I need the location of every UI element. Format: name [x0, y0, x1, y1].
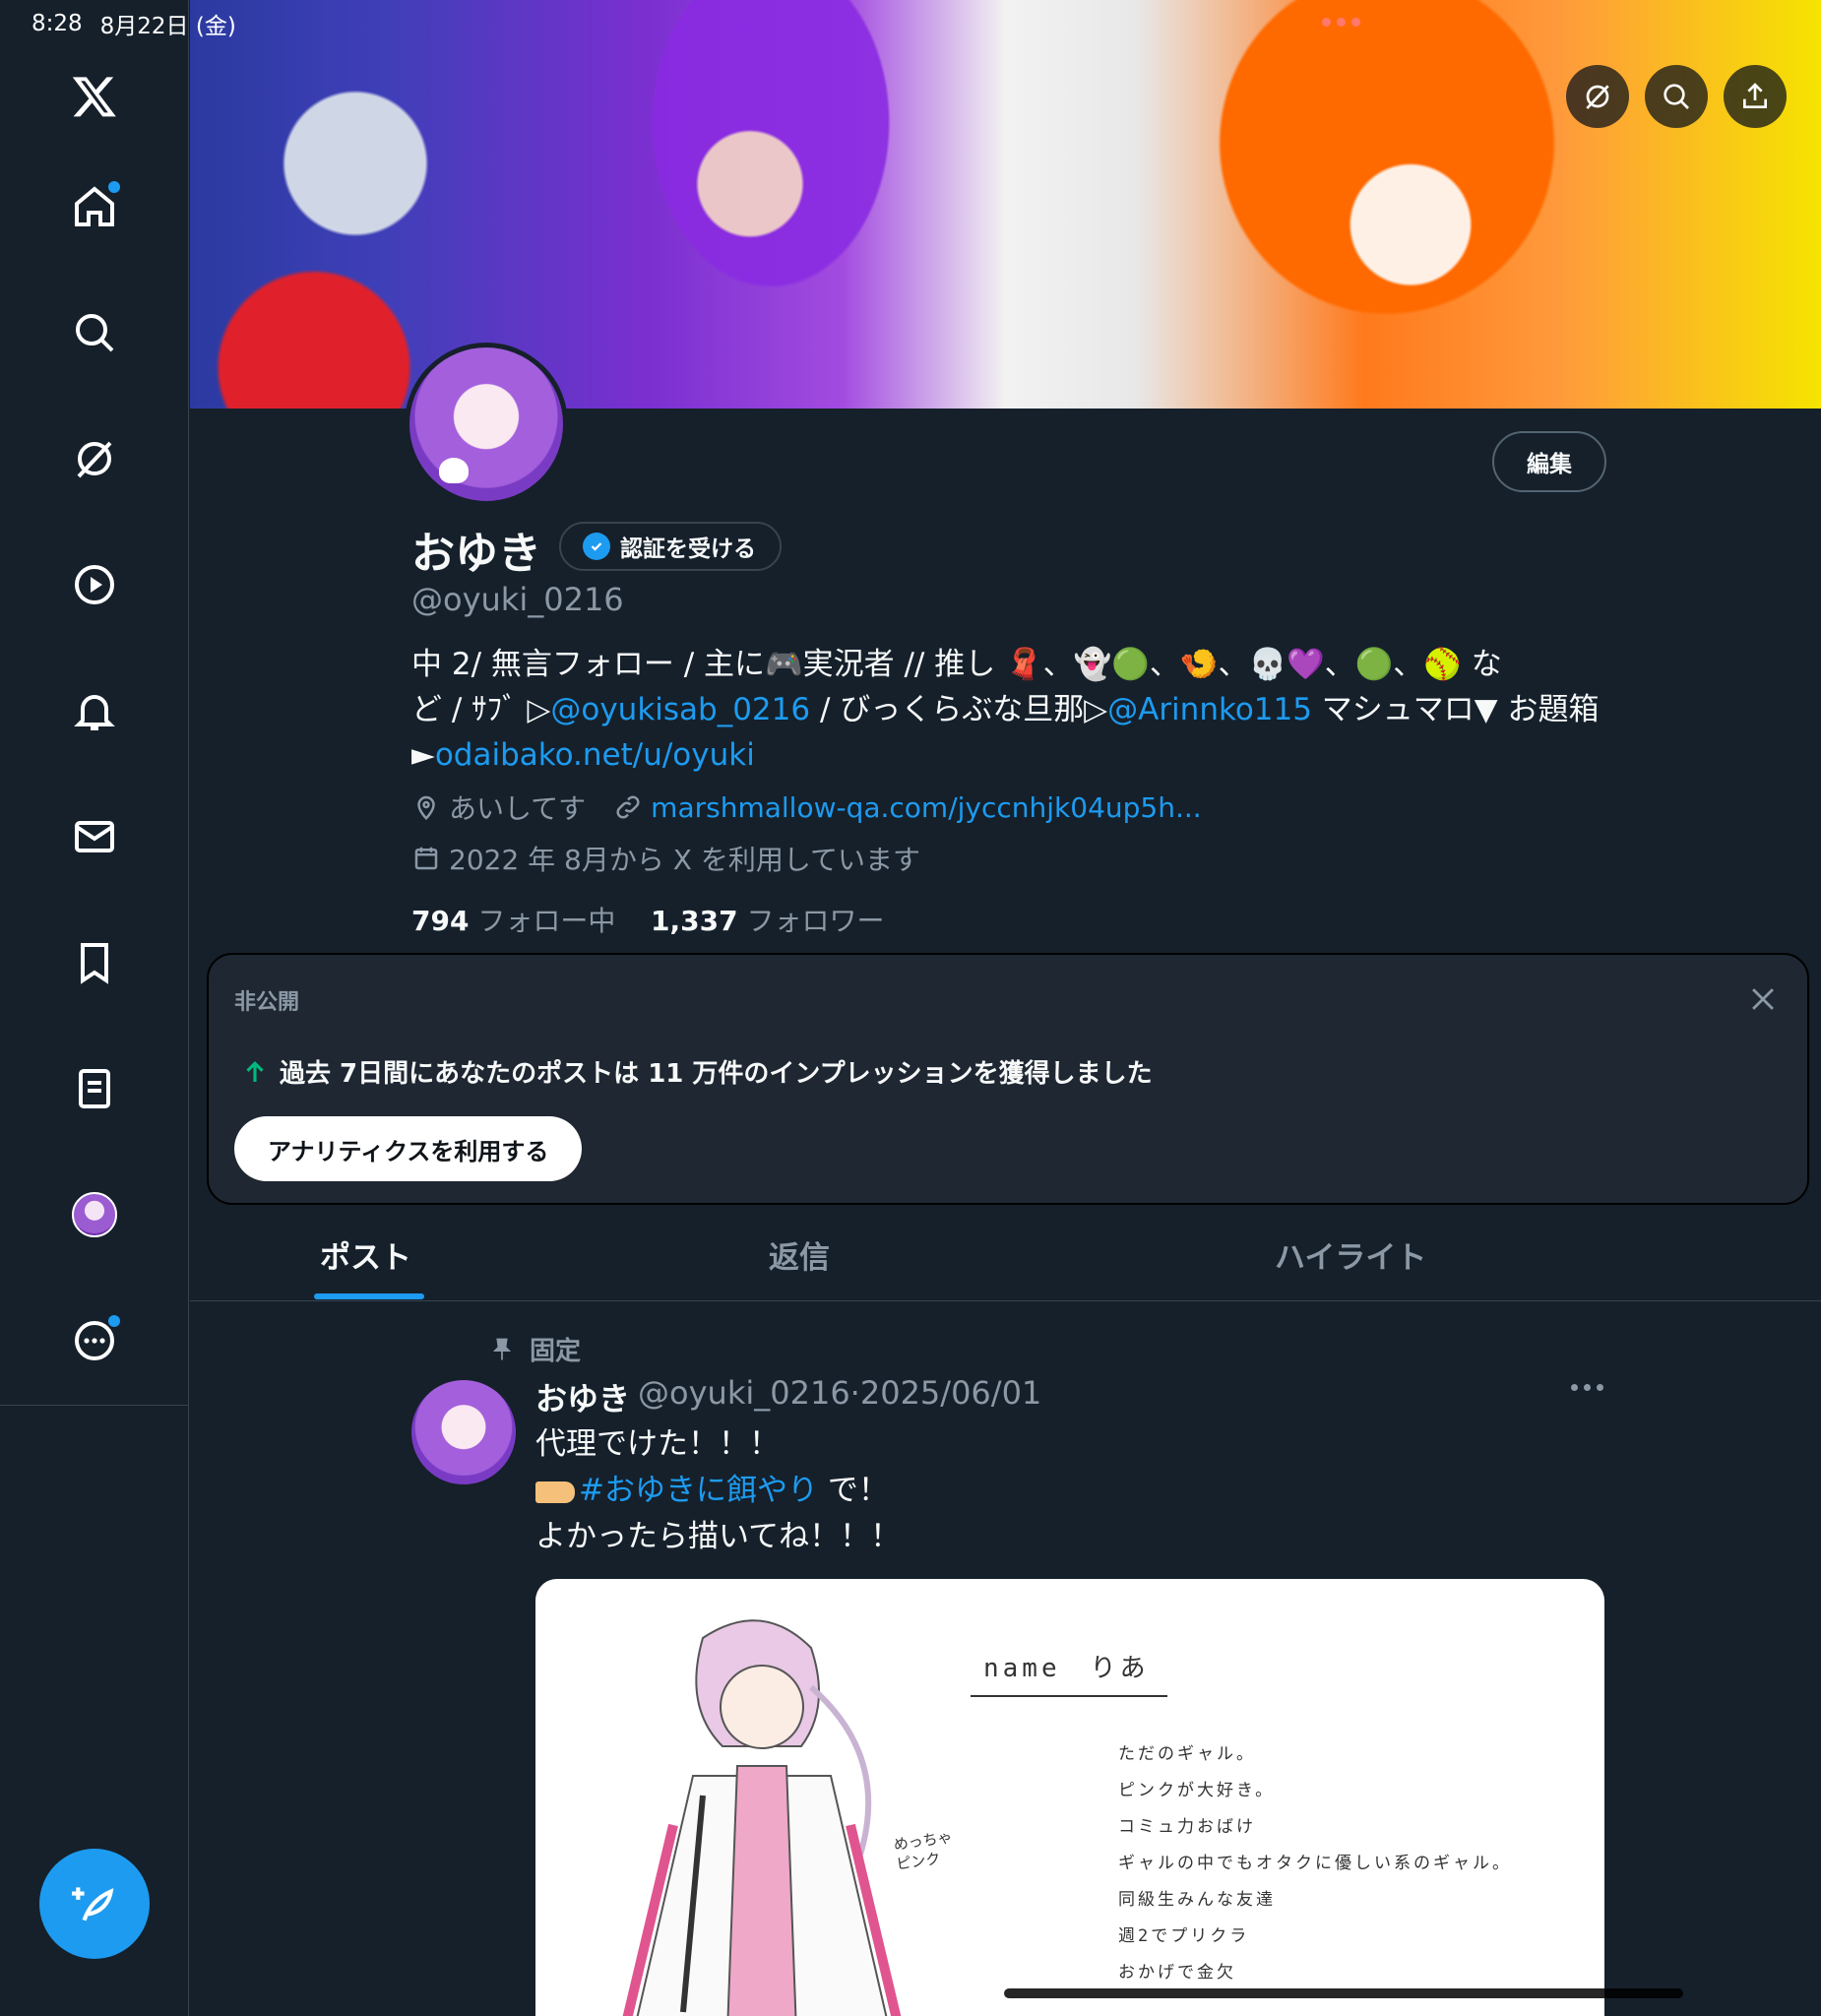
profile-tabs: ポスト 返信 ハイライト — [190, 1215, 1821, 1301]
share-icon — [1743, 83, 1767, 108]
tab-replies[interactable]: 返信 — [769, 1232, 830, 1277]
analytics-button[interactable]: アナリティクスを利用する — [234, 1116, 583, 1181]
bio-link-odaibako[interactable]: odaibako.net/u/oyuki — [435, 737, 755, 773]
bell-icon — [74, 695, 115, 730]
bio-mention-sub[interactable]: @oyukisab_0216 — [550, 692, 810, 727]
joined-date: 2022 年 8月から X を利用しています — [449, 844, 921, 876]
image-name-text: name りあ — [983, 1654, 1150, 1683]
profile-handle: @oyuki_0216 — [411, 581, 624, 618]
profile-meta: あいしてす marshmallow-qa.com/jyccnhjk04up5h.… — [411, 788, 1202, 827]
post-handle-date[interactable]: @oyuki_0216·2025/06/01 — [638, 1374, 1041, 1419]
post-header: おゆき @oyuki_0216·2025/06/01 — [535, 1374, 1041, 1419]
post-avatar[interactable] — [411, 1380, 516, 1484]
profile-joined: 2022 年 8月から X を利用しています — [411, 839, 920, 878]
post-author[interactable]: おゆき — [535, 1374, 630, 1419]
pin-icon — [492, 1338, 512, 1359]
post-hashtag[interactable]: #おゆきに餌やり — [579, 1473, 818, 1508]
profile-location: あいしてす — [449, 792, 587, 825]
grok-button[interactable] — [1566, 65, 1629, 128]
home-indicator[interactable] — [1004, 1988, 1683, 1998]
location-icon — [417, 795, 435, 821]
following-link[interactable]: 794 フォロー中 — [411, 905, 615, 937]
play-icon — [75, 565, 114, 604]
character-illustration — [622, 1619, 902, 2016]
status-bar: 8:28 8月22日 (金) — [0, 0, 236, 47]
verified-badge-icon — [583, 533, 610, 560]
get-verified-button[interactable]: 認証を受ける — [559, 522, 782, 571]
active-tab-indicator — [314, 1293, 424, 1299]
x-logo-icon — [72, 77, 116, 117]
sidebar-item-grok[interactable] — [63, 427, 126, 490]
post-image[interactable]: めっちゃ ピンク name りあ ただのギャル。 ピンクが大好き。 コミュ力おば… — [535, 1579, 1604, 2016]
sidebar-item-messages[interactable] — [63, 805, 126, 868]
sidebar-item-lists[interactable] — [63, 1057, 126, 1120]
mail-icon — [75, 821, 114, 852]
image-description: ただのギャル。 ピンクが大好き。 コミュ力おばけ ギャルの中でもオタクに優しい系… — [1118, 1744, 1512, 1983]
edit-profile-button[interactable]: 編集 — [1492, 431, 1606, 492]
multitask-dots[interactable] — [1322, 18, 1360, 27]
follow-stats: 794 フォロー中 1,337 フォロワー — [411, 900, 884, 939]
compose-post-button[interactable] — [39, 1849, 150, 1959]
share-button[interactable] — [1724, 65, 1787, 128]
pinned-indicator: 固定 — [488, 1331, 581, 1367]
profile-bio: 中 2/ 無言フォロー / 主に🎮実況者 // 推し 🧣、👻🟢、🍤、💀💜、🟢、🥎… — [411, 642, 1622, 778]
tab-highlights[interactable]: ハイライト — [1275, 1232, 1426, 1277]
impressions-message: 過去 7日間にあなたのポストは 11 万件のインプレッションを獲得しました — [240, 1053, 1153, 1090]
home-notification-dot — [108, 181, 120, 193]
analytics-card: 非公開 過去 7日間にあなたのポストは 11 万件のインプレッションを獲得しまし… — [207, 953, 1809, 1205]
get-verified-label: 認証を受ける — [620, 536, 756, 562]
status-time: 8:28 — [31, 11, 83, 36]
search-button[interactable] — [1645, 65, 1708, 128]
grok-icon — [1586, 85, 1609, 109]
status-date: 8月22日 (金) — [99, 14, 236, 39]
more-notification-dot — [108, 1315, 120, 1327]
sidebar — [0, 0, 189, 2016]
search-icon — [1664, 84, 1689, 109]
arrow-up-icon — [246, 1060, 264, 1082]
followers-link[interactable]: 1,337 フォロワー — [651, 905, 885, 937]
sidebar-item-more[interactable] — [63, 1309, 126, 1372]
post-more-button[interactable] — [1571, 1384, 1603, 1391]
profile-avatar[interactable] — [405, 343, 568, 506]
sidebar-item-profile[interactable] — [63, 1183, 126, 1246]
bio-line-1: 中 2/ 無言フォロー / 主に🎮実況者 // 推し 🧣、👻🟢、🍤、💀💜、🟢、🥎… — [411, 647, 1502, 682]
x-logo[interactable] — [63, 65, 126, 128]
sidebar-item-notifications[interactable] — [63, 679, 126, 742]
tab-posts[interactable]: ポスト — [320, 1232, 411, 1277]
calendar-icon — [414, 847, 438, 870]
private-label: 非公開 — [234, 990, 300, 1015]
profile-name: おゆき — [411, 529, 541, 579]
label-icon — [535, 1480, 575, 1503]
profile-banner[interactable] — [190, 0, 1821, 409]
sidebar-divider — [0, 1405, 189, 1406]
list-icon — [79, 1069, 110, 1108]
bio-line-3: ►odaibako.net/u/oyuki — [411, 737, 755, 773]
search-icon — [76, 314, 114, 352]
link-icon — [616, 795, 640, 819]
image-note: めっちゃ ピンク — [892, 1828, 954, 1873]
bio-mention-partner[interactable]: @Arinnko115 — [1107, 692, 1312, 727]
sidebar-item-home[interactable] — [63, 175, 126, 238]
close-icon[interactable] — [1746, 982, 1780, 1016]
sidebar-item-bookmarks[interactable] — [63, 931, 126, 994]
bookmark-icon — [81, 943, 108, 984]
bio-line-2: ど / ｻﾌﾞ ▷@oyukisab_0216 / びっくらぶな旦那▷@Arin… — [411, 692, 1600, 727]
grok-icon — [77, 441, 112, 478]
post-text: 代理でけた！！！ #おゆきに餌やり で！ よかったら描いてね！！！ — [535, 1426, 902, 1554]
sidebar-item-explore[interactable] — [63, 301, 126, 364]
sidebar-item-video[interactable] — [63, 553, 126, 616]
avatar — [72, 1192, 117, 1237]
profile-website[interactable]: marshmallow-qa.com/jyccnhjk04up5h... — [651, 791, 1202, 824]
feather-plus-icon — [72, 1887, 114, 1922]
